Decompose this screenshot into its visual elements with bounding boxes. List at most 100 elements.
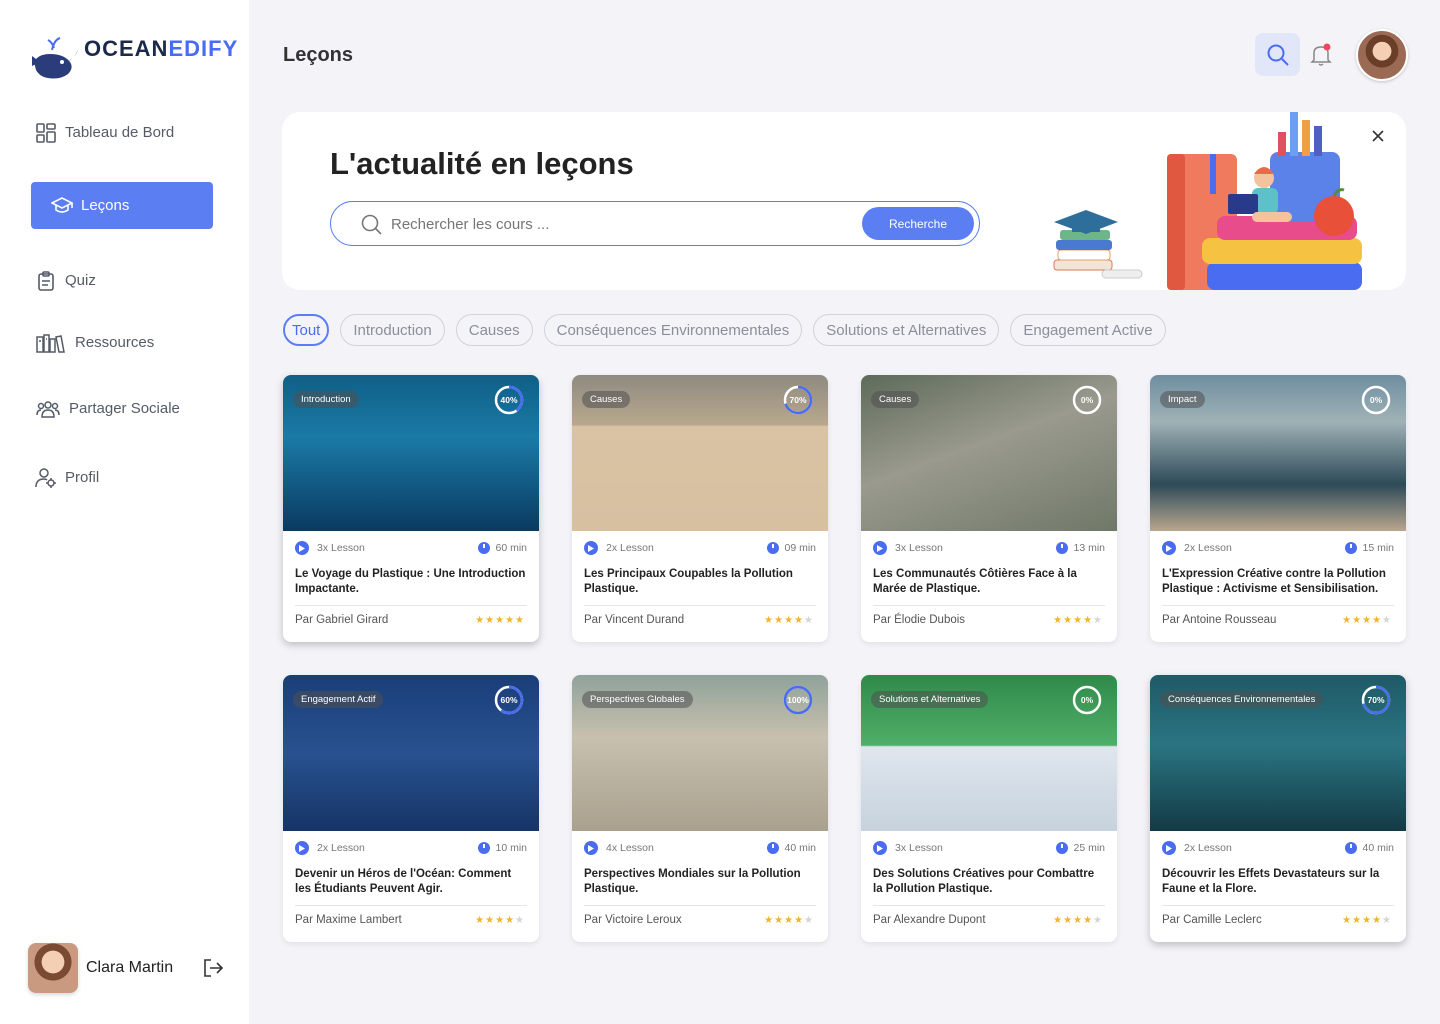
filter-chip-consequences[interactable]: Conséquences Environnementales: [543, 314, 803, 346]
filter-chip-introduction[interactable]: Introduction: [340, 314, 445, 346]
divider: [295, 905, 527, 906]
progress-ring: 100%: [782, 684, 814, 716]
course-title[interactable]: Perspectives Mondiales sur la Pollution …: [584, 867, 816, 897]
clock-icon: [767, 842, 780, 854]
divider: [584, 905, 816, 906]
whale-logo-icon: [32, 37, 78, 79]
divider: [873, 605, 1105, 606]
sidebar-item-ressources[interactable]: Ressources: [31, 319, 213, 366]
course-card[interactable]: Engagement Actif 60% 2x Lesson 10 min Deveni…: [283, 675, 539, 942]
rating-stars: ★★★★★: [764, 615, 814, 626]
rating-stars: ★★★★★: [475, 915, 525, 926]
search-submit-button[interactable]: Recherche: [862, 207, 974, 240]
filter-chip-engagement[interactable]: Engagement Active: [1010, 314, 1166, 346]
course-meta: 2x Lesson 15 min: [1162, 541, 1394, 555]
progress-ring: 0%: [1071, 384, 1103, 416]
category-filters: Tout Introduction Causes Conséquences En…: [283, 314, 1166, 346]
course-category-badge: Causes: [582, 391, 631, 408]
course-card[interactable]: Causes 70% 2x Lesson 09 min Les Principaux C…: [572, 375, 828, 642]
course-meta: 4x Lesson 40 min: [584, 841, 816, 855]
course-duration: 25 min: [1073, 842, 1105, 854]
clock-icon: [1056, 842, 1069, 854]
course-title[interactable]: Des Solutions Créatives pour Combattre l…: [873, 867, 1105, 897]
sidebar-item-quiz[interactable]: Quiz: [31, 257, 213, 304]
close-icon[interactable]: [1370, 128, 1386, 144]
course-card[interactable]: Causes 0% 3x Lesson 13 min Les Communautés C…: [861, 375, 1117, 642]
course-category-badge: Engagement Actif: [293, 691, 384, 708]
page-title: Leçons: [283, 44, 354, 66]
course-author: Par Vincent Durand: [584, 614, 685, 626]
search-button[interactable]: [1255, 33, 1300, 76]
sidebar-item-label: Ressources: [75, 334, 155, 351]
course-meta: 3x Lesson 25 min: [873, 841, 1105, 855]
brand-logo[interactable]: OCEANEDIFY: [30, 32, 237, 84]
sidebar-item-partager[interactable]: Partager Sociale: [31, 385, 213, 432]
course-search-input[interactable]: [391, 212, 831, 236]
clock-icon: [478, 842, 491, 854]
sidebar: OCEANEDIFY Tableau de Bord Leçons Quiz R…: [0, 0, 249, 1024]
sidebar-item-label: Partager Sociale: [69, 400, 180, 417]
course-author: Par Maxime Lambert: [295, 914, 402, 926]
logout-icon[interactable]: [202, 957, 224, 979]
brand-wordmark: OCEANEDIFY: [84, 36, 238, 62]
progress-label: 60%: [500, 695, 518, 705]
clock-icon: [1056, 542, 1069, 554]
course-title[interactable]: Les Communautés Côtières Face à la Marée…: [873, 567, 1105, 597]
filter-chip-tout[interactable]: Tout: [283, 314, 330, 346]
play-icon: [584, 541, 598, 555]
lesson-count: 3x Lesson: [895, 542, 943, 554]
search-icon: [1267, 44, 1289, 66]
sidebar-item-profil[interactable]: Profil: [31, 454, 213, 501]
progress-ring: 40%: [493, 384, 525, 416]
course-author: Par Antoine Rousseau: [1162, 614, 1277, 626]
course-author: Par Gabriel Girard: [295, 614, 389, 626]
course-card[interactable]: Introduction 40% 3x Lesson 60 min Le Voyage …: [283, 375, 539, 642]
play-icon: [295, 841, 309, 855]
course-duration: 13 min: [1073, 542, 1105, 554]
clock-icon: [1345, 842, 1358, 854]
hero-title: L'actualité en leçons: [330, 146, 634, 181]
course-card[interactable]: Solutions et Alternatives 0% 3x Lesson 25 m…: [861, 675, 1117, 942]
user-settings-icon: [35, 467, 57, 489]
course-duration: 40 min: [1362, 842, 1394, 854]
progress-label: 70%: [789, 395, 807, 405]
divider: [1162, 905, 1394, 906]
sidebar-item-dashboard[interactable]: Tableau de Bord: [31, 109, 213, 156]
course-card[interactable]: Perspectives Globales 100% 4x Lesson 40 min…: [572, 675, 828, 942]
rating-stars: ★★★★★: [1053, 915, 1103, 926]
course-category-badge: Solutions et Alternatives: [871, 691, 989, 708]
course-meta: 2x Lesson 09 min: [584, 541, 816, 555]
hero-illustration: [1042, 112, 1362, 290]
filter-chip-solutions[interactable]: Solutions et Alternatives: [813, 314, 1000, 346]
progress-ring: 60%: [493, 684, 525, 716]
rating-stars: ★★★★★: [475, 615, 525, 626]
progress-label: 70%: [1367, 695, 1385, 705]
progress-ring: 70%: [782, 384, 814, 416]
course-meta: 3x Lesson 13 min: [873, 541, 1105, 555]
filter-chip-causes[interactable]: Causes: [455, 314, 533, 346]
course-title[interactable]: Les Principaux Coupables la Pollution Pl…: [584, 567, 816, 597]
course-title[interactable]: Découvrir les Effets Devastateurs sur la…: [1162, 867, 1394, 897]
sidebar-item-label: Profil: [65, 469, 100, 486]
header-avatar[interactable]: [1356, 29, 1408, 81]
lesson-count: 2x Lesson: [317, 842, 365, 854]
graduation-cap-icon: [51, 195, 73, 217]
notification-bell-icon[interactable]: [1309, 42, 1333, 68]
progress-ring: 0%: [1360, 384, 1392, 416]
progress-label: 100%: [787, 695, 809, 705]
sidebar-item-lecons[interactable]: Leçons: [31, 182, 213, 229]
course-title[interactable]: L'Expression Créative contre la Pollutio…: [1162, 567, 1394, 597]
course-card[interactable]: Impact 0% 2x Lesson 15 min L'Expression Créa…: [1150, 375, 1406, 642]
course-category-badge: Impact: [1160, 391, 1205, 408]
course-title[interactable]: Le Voyage du Plastique : Une Introductio…: [295, 567, 527, 597]
search-icon: [361, 214, 382, 235]
lesson-count: 4x Lesson: [606, 842, 654, 854]
brand-word1: OCEAN: [84, 36, 169, 61]
play-icon: [873, 841, 887, 855]
play-icon: [873, 541, 887, 555]
course-card[interactable]: Conséquences Environnementales 70% 2x Less…: [1150, 675, 1406, 942]
rating-stars: ★★★★★: [764, 915, 814, 926]
divider: [873, 905, 1105, 906]
course-title[interactable]: Devenir un Héros de l'Océan: Comment les…: [295, 867, 527, 897]
user-profile[interactable]: Clara Martin: [28, 943, 173, 993]
